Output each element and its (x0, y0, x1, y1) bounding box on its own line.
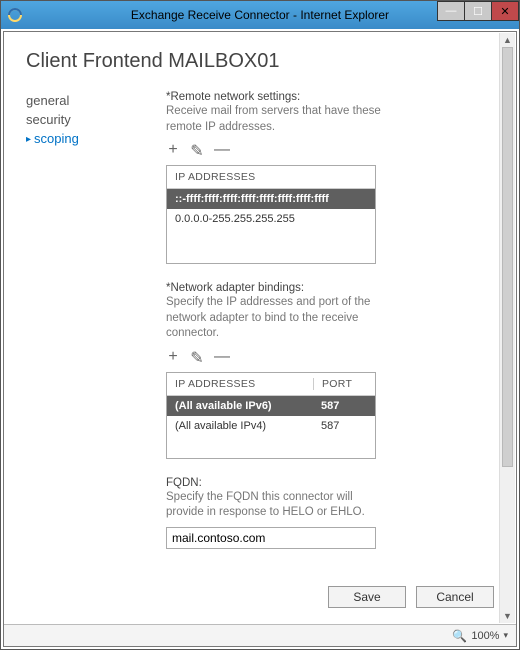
zoom-icon[interactable]: 🔍 (452, 629, 467, 643)
page: Client Frontend MAILBOX01 general securi… (4, 32, 516, 592)
add-icon[interactable]: + (166, 141, 180, 161)
nav-item-general[interactable]: general (26, 91, 166, 110)
bindings-list[interactable]: IP ADDRESSES PORT (All available IPv6) 5… (166, 372, 376, 459)
scroll-down-icon[interactable]: ▼ (500, 609, 515, 623)
remove-icon[interactable]: — (214, 348, 228, 368)
window-titlebar: Exchange Receive Connector - Internet Ex… (1, 1, 519, 29)
bindings-help: Specify the IP addresses and port of the… (166, 295, 386, 342)
list-item[interactable]: (All available IPv6) 587 (167, 396, 375, 416)
scroll-up-icon[interactable]: ▲ (500, 33, 515, 47)
bindings-col-ip: IP ADDRESSES (175, 378, 314, 390)
list-item[interactable]: ::-ffff:ffff:ffff:ffff:ffff:ffff:ffff:ff… (167, 189, 375, 209)
minimize-button[interactable]: — (437, 1, 465, 21)
list-item[interactable]: (All available IPv4) 587 (167, 416, 375, 436)
remove-icon[interactable]: — (214, 141, 228, 161)
edit-icon[interactable]: ✎ (190, 141, 204, 161)
bindings-header: IP ADDRESSES PORT (167, 373, 375, 396)
window-controls: — ☐ ✕ (438, 1, 519, 23)
remote-toolbar: + ✎ — (166, 141, 492, 161)
remote-heading: *Remote network settings: (166, 91, 492, 103)
edit-icon[interactable]: ✎ (190, 348, 204, 368)
bindings-heading: *Network adapter bindings: (166, 282, 492, 294)
maximize-button[interactable]: ☐ (464, 1, 492, 21)
status-bar: 🔍 100% ▾ (4, 624, 516, 646)
bindings-col-port: PORT (313, 378, 367, 390)
page-title: Client Frontend MAILBOX01 (26, 50, 502, 73)
scrollbar[interactable]: ▲ ▼ (499, 33, 515, 623)
remote-ip-header: IP ADDRESSES (167, 166, 375, 189)
content-frame: Client Frontend MAILBOX01 general securi… (3, 31, 517, 647)
sidebar-nav: general security scoping (26, 91, 166, 549)
fqdn-input[interactable] (166, 527, 376, 549)
remote-help: Receive mail from servers that have thes… (166, 104, 386, 135)
cancel-button[interactable]: Cancel (416, 586, 494, 608)
remote-ip-col: IP ADDRESSES (175, 171, 367, 183)
nav-item-scoping[interactable]: scoping (26, 129, 166, 148)
main-panel: *Remote network settings: Receive mail f… (166, 91, 502, 549)
zoom-dropdown-icon[interactable]: ▾ (503, 630, 508, 641)
add-icon[interactable]: + (166, 348, 180, 368)
list-item[interactable]: 0.0.0.0-255.255.255.255 (167, 209, 375, 229)
save-button[interactable]: Save (328, 586, 406, 608)
zoom-level: 100% (471, 630, 499, 642)
bindings-toolbar: + ✎ — (166, 348, 492, 368)
nav-item-security[interactable]: security (26, 110, 166, 129)
scroll-thumb[interactable] (502, 47, 513, 467)
remote-ip-list[interactable]: IP ADDRESSES ::-ffff:ffff:ffff:ffff:ffff… (166, 165, 376, 264)
close-button[interactable]: ✕ (491, 1, 519, 21)
dialog-buttons: Save Cancel (328, 586, 494, 608)
fqdn-help: Specify the FQDN this connector will pro… (166, 490, 386, 521)
fqdn-heading: FQDN: (166, 477, 492, 489)
